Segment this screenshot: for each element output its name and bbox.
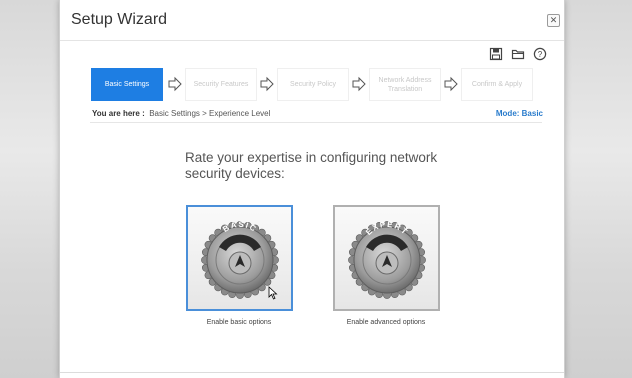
folder-icon[interactable] bbox=[511, 47, 525, 61]
mode-indicator: Mode: Basic bbox=[495, 109, 543, 118]
basic-option-caption: Enable basic options bbox=[206, 319, 272, 326]
expert-option-caption: Enable advanced options bbox=[346, 319, 426, 326]
expert-knob-icon: EXPERT bbox=[348, 220, 426, 299]
step-security-policy[interactable]: Security Policy bbox=[277, 68, 349, 101]
setup-wizard-dialog: Setup Wizard ✕ ? Basic Settings Security… bbox=[59, 0, 565, 378]
help-icon[interactable]: ? bbox=[533, 47, 547, 61]
expertise-prompt: Rate your expertise in configuring netwo… bbox=[185, 150, 438, 181]
save-icon[interactable] bbox=[489, 47, 503, 61]
arrow-right-icon bbox=[168, 76, 182, 92]
breadcrumb: You are here : Basic Settings > Experien… bbox=[92, 109, 270, 118]
step-confirm-apply[interactable]: Confirm & Apply bbox=[461, 68, 533, 101]
svg-text:?: ? bbox=[538, 50, 543, 59]
step-basic-settings[interactable]: Basic Settings bbox=[91, 68, 163, 101]
divider bbox=[90, 122, 542, 123]
toolbar: ? bbox=[489, 47, 547, 61]
breadcrumb-path: Basic Settings > Experience Level bbox=[149, 109, 271, 118]
step-security-features[interactable]: Security Features bbox=[185, 68, 257, 101]
close-icon[interactable]: ✕ bbox=[547, 14, 560, 27]
window-title: Setup Wizard bbox=[71, 11, 168, 28]
arrow-right-icon bbox=[444, 76, 458, 92]
mouse-cursor-icon bbox=[268, 286, 278, 300]
arrow-right-icon bbox=[260, 76, 274, 92]
footer-divider bbox=[60, 372, 564, 373]
step-network-address-translation[interactable]: Network Address Translation bbox=[369, 68, 441, 101]
wizard-steps: Basic Settings Security Features Securit… bbox=[91, 68, 541, 101]
title-bar: Setup Wizard ✕ bbox=[60, 0, 564, 41]
arrow-right-icon bbox=[352, 76, 366, 92]
expert-option-button[interactable]: EXPERT bbox=[333, 205, 440, 311]
breadcrumb-lead: You are here : bbox=[92, 109, 145, 118]
